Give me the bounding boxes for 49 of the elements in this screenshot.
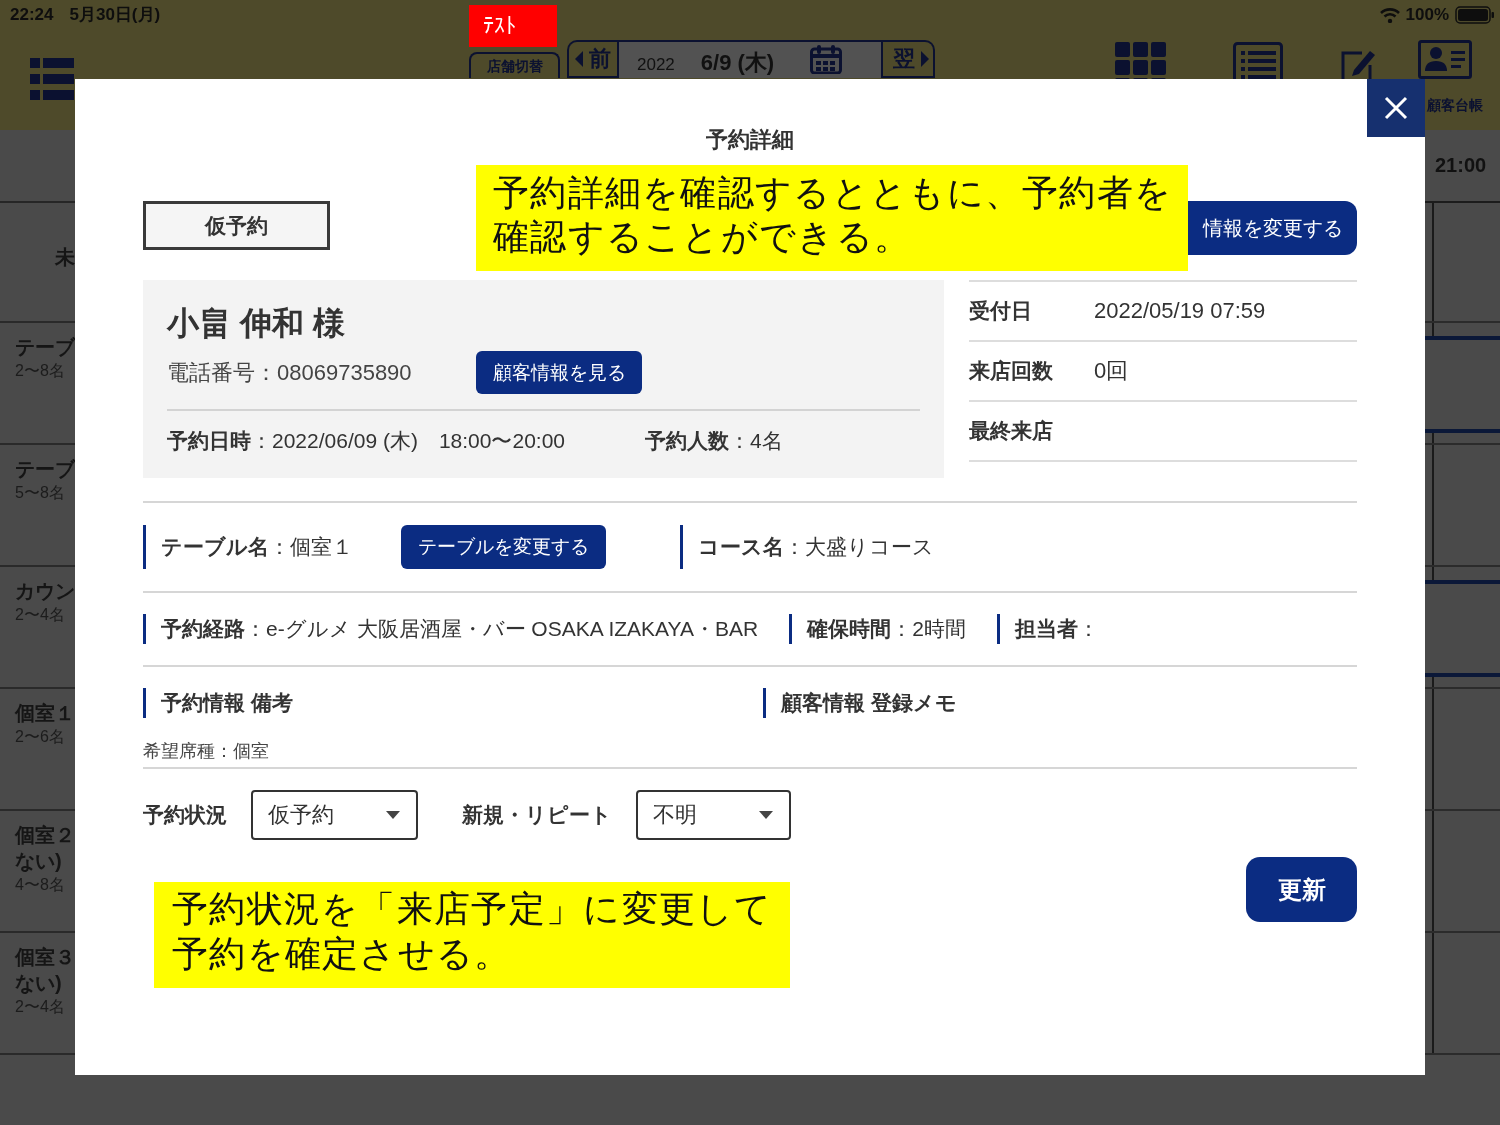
calendar-icon[interactable]	[810, 44, 843, 74]
annotation-callout: 予約状況を「来店予定」に変更して予約を確定させる。	[154, 882, 790, 988]
select-label: 予約状況	[143, 802, 228, 828]
edit-customer-button[interactable]: 情報を変更する	[1188, 201, 1357, 255]
time-label: 21:00	[1435, 154, 1487, 177]
modal-title: 予約詳細	[706, 127, 794, 152]
view-customer-button[interactable]: 顧客情報を見る	[476, 351, 642, 394]
status-select[interactable]: 仮予約	[251, 790, 418, 840]
info-label: 受付日	[969, 298, 1032, 324]
status-badge: 仮予約	[143, 201, 330, 250]
test-badge: ﾃｽﾄ	[469, 5, 557, 47]
party-size: 予約人数：4名	[645, 428, 783, 454]
update-button[interactable]: 更新	[1246, 857, 1357, 922]
date-text: 6/9 (木)	[700, 50, 775, 76]
year-text: 2022	[637, 54, 675, 76]
reservation-datetime: 予約日時：2022/06/09 (木) 18:00〜20:00	[167, 428, 566, 454]
caret-icon	[759, 811, 773, 819]
select-label: 新規・リピート	[462, 802, 613, 828]
status-date: 5月30日(月)	[69, 5, 161, 25]
repeat-select[interactable]: 不明	[636, 790, 791, 840]
course-name-text: コース名：大盛りコース	[680, 525, 934, 569]
info-label: 最終来店	[969, 418, 1053, 444]
phone-number: 電話番号：08069735890	[167, 358, 412, 387]
battery-icon	[1455, 6, 1495, 24]
battery-percent: 100%	[1405, 5, 1449, 25]
booking-bar[interactable]	[1425, 580, 1500, 677]
info-value: 2022/05/19 07:59	[1094, 298, 1266, 324]
caret-icon	[386, 811, 400, 819]
change-table-button[interactable]: テーブルを変更する	[401, 525, 606, 569]
info-label: 来店回数	[969, 358, 1053, 384]
triangle-right-icon	[921, 51, 929, 67]
close-icon	[1384, 96, 1408, 120]
status-time: 22:24	[10, 5, 54, 25]
close-button[interactable]	[1367, 79, 1425, 137]
list-icon[interactable]	[1233, 42, 1283, 79]
detail-text: 確保時間：2時間	[789, 614, 966, 644]
note-text: 希望席種：個室	[143, 740, 269, 762]
info-value: 0回	[1094, 357, 1129, 385]
annotation-callout: 予約詳細を確認するとともに、予約者を確認することができる。	[476, 165, 1188, 271]
section-heading: 顧客情報 登録メモ	[763, 688, 957, 718]
section-heading: 予約情報 備考	[143, 688, 293, 718]
grid-icon[interactable]	[1115, 42, 1166, 79]
customer-name: 小畠 伸和 様	[167, 305, 345, 341]
wifi-icon	[1379, 7, 1400, 23]
booking-bar[interactable]	[1425, 336, 1500, 433]
detail-text: 予約経路：e-グルメ 大阪居酒屋・バー OSAKA IZAKAYA・BAR	[143, 614, 759, 644]
detail-text: 担当者：	[996, 614, 1099, 644]
triangle-left-icon	[575, 51, 583, 67]
menu-icon[interactable]	[30, 58, 74, 100]
